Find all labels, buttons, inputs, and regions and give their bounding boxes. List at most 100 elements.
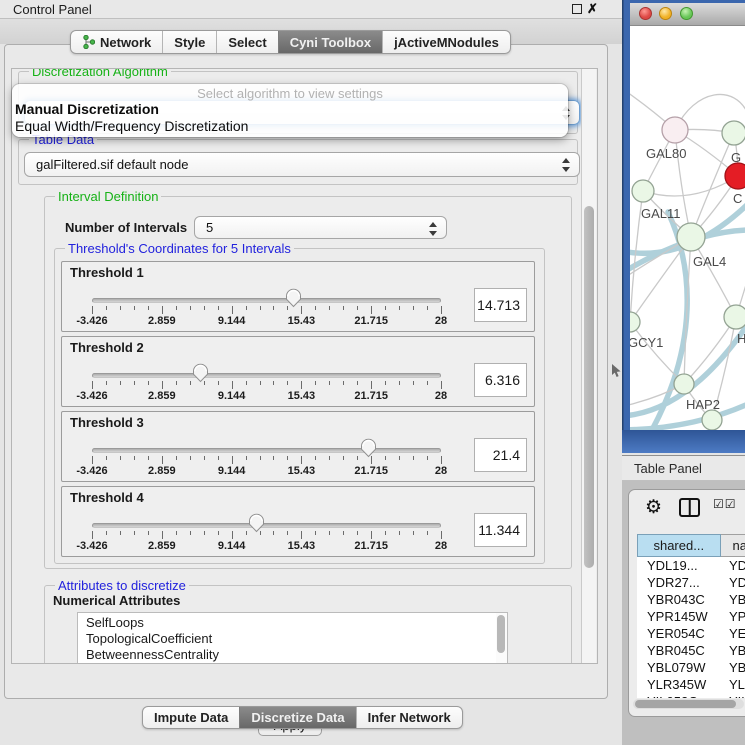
panel-scrollbar[interactable] (581, 69, 596, 663)
node-label: GAL11 (641, 206, 681, 221)
threshold-value-field[interactable]: 21.4 (474, 438, 527, 472)
node-gal80 (662, 117, 688, 143)
attributes-title: Attributes to discretize (55, 578, 189, 593)
threshold-value-field[interactable]: 14.713 (474, 288, 527, 322)
gear-icon[interactable]: ⚙ (645, 496, 662, 519)
threshold-stack: Threshold 1 (61, 261, 535, 561)
slider-ticks (92, 456, 441, 465)
panel-scrollbar-thumb[interactable] (584, 206, 594, 568)
slider-thumb[interactable] (360, 438, 377, 458)
slider-thumb[interactable] (192, 363, 209, 383)
node-gal11 (632, 180, 654, 202)
slider-ticks (92, 381, 441, 390)
tab-style[interactable]: Style (162, 31, 216, 53)
network-window-titlebar[interactable] (630, 3, 745, 26)
tab-jactivemnodules[interactable]: jActiveMNodules (382, 31, 510, 53)
threshold-panel: Threshold 4 (61, 486, 535, 557)
threshold-coordinates-title: Threshold's Coordinates for 5 Intervals (65, 241, 294, 256)
node-label: GCY1 (630, 335, 663, 350)
node-label: C (733, 191, 742, 206)
tab-discretize-data[interactable]: Discretize Data (239, 707, 355, 728)
select-columns-icon[interactable]: ☑☑ (713, 497, 737, 511)
table-row[interactable]: YDR27... YDR2 (637, 574, 745, 591)
table-row[interactable]: YDL19... YDL1 (637, 557, 745, 574)
tab-network-label: Network (100, 35, 151, 50)
threshold-panel: Threshold 3 (61, 411, 535, 482)
tab-cyni-toolbox[interactable]: Cyni Toolbox (278, 31, 382, 53)
threshold-value-field[interactable]: 6.316 (474, 363, 527, 397)
bottom-tab-bar: Impute Data Discretize Data Infer Networ… (142, 706, 463, 729)
node-red-selected (725, 163, 745, 189)
threshold-value-field[interactable]: 11.344 (474, 513, 527, 547)
tab-impute-data[interactable]: Impute Data (143, 707, 239, 728)
float-window-icon[interactable] (572, 4, 582, 14)
top-tab-bar: Network Style Select Cyni Toolbox jActiv… (70, 30, 511, 54)
table-toolbar: ⚙ ☑☑ (629, 494, 745, 524)
table-row[interactable]: YIL052C YIL0 (637, 693, 745, 698)
threshold-panel: Threshold 2 (61, 336, 535, 407)
node-top-right (722, 121, 745, 145)
slider-track[interactable] (92, 373, 441, 378)
slider-tick-labels: -3.4262.8599.14415.4321.71528 (92, 465, 441, 478)
network-canvas[interactable]: GAL80 G C GAL11 GAL4 GCY1 H HAP2 (630, 26, 745, 430)
slider-thumb[interactable] (248, 513, 265, 533)
popup-option-equal-width[interactable]: Equal Width/Frequency Discretization (12, 118, 568, 135)
table-row[interactable]: YBL079W YBL0 (637, 659, 745, 676)
table-row[interactable]: YPR145W YPR1 (637, 608, 745, 625)
stepper-icon (429, 222, 438, 236)
node-label: HAP2 (686, 397, 720, 412)
attribute-list-item[interactable]: TopologicalCoefficient (78, 631, 507, 647)
threshold-label: Threshold 2 (70, 340, 144, 355)
close-icon[interactable]: ✗ (587, 1, 598, 17)
table-panel-titlebar: Table Panel (622, 455, 745, 481)
table-row[interactable]: YLR345W YLR3 (637, 676, 745, 693)
attributes-scrollbar[interactable] (496, 613, 507, 664)
table-header-row: shared... na (637, 534, 745, 557)
node-gcy1 (630, 312, 640, 332)
algorithm-dropdown-popup: Select algorithm to view settings Manual… (12, 84, 568, 137)
split-columns-icon[interactable] (679, 498, 700, 517)
popup-option-manual[interactable]: Manual Discretization (12, 101, 568, 118)
number-of-intervals-value: 5 (206, 220, 213, 235)
tab-select[interactable]: Select (216, 31, 277, 53)
attribute-list-item[interactable]: SelfLoops (78, 615, 507, 631)
threshold-coordinates-group: Threshold's Coordinates for 5 Intervals … (54, 248, 545, 564)
table-row[interactable]: YER054C YER0 (637, 625, 745, 642)
table-horizontal-scrollbar[interactable] (633, 699, 744, 709)
table-hscroll-thumb[interactable] (635, 700, 736, 708)
slider-track[interactable] (92, 448, 441, 453)
node-label: G (731, 150, 741, 165)
slider-track[interactable] (92, 298, 441, 303)
number-of-intervals-combobox[interactable]: 5 (194, 216, 447, 239)
threshold-label: Threshold 4 (70, 490, 144, 505)
network-view-window: GAL80 G C GAL11 GAL4 GCY1 H HAP2 (622, 0, 745, 453)
tab-network[interactable]: Network (71, 31, 162, 53)
node-table: shared... na YDL19... YDL1 YDR27... YDR2 (637, 534, 745, 698)
attributes-group: Attributes to discretize Numerical Attri… (44, 585, 572, 664)
settings-scroll-viewport: Discretization Algorithm Table Data galF… (11, 68, 598, 664)
table-row[interactable]: YBR043C YBR0 (637, 591, 745, 608)
screen: Control Panel ✗ Network Style Select Cyn… (0, 0, 745, 745)
table-data-combobox[interactable]: galFiltered.sif default node (24, 152, 580, 177)
slider-ticks (92, 531, 441, 540)
attribute-list-item[interactable]: BetweennessCentrality (78, 647, 507, 663)
number-of-intervals-label: Number of Intervals (65, 220, 187, 235)
slider-track[interactable] (92, 523, 441, 528)
network-icon (82, 35, 95, 49)
minimize-traffic-light[interactable] (659, 7, 672, 20)
node-h (724, 305, 745, 329)
column-header-shared-name[interactable]: shared... (637, 534, 721, 557)
column-header-name[interactable]: na (721, 534, 745, 557)
slider-tick-labels: -3.4262.8599.14415.4321.71528 (92, 390, 441, 403)
threshold-label: Threshold 1 (70, 265, 144, 280)
close-traffic-light[interactable] (639, 7, 652, 20)
slider-thumb[interactable] (285, 288, 302, 308)
tab-infer-network[interactable]: Infer Network (356, 707, 462, 728)
threshold-panel: Threshold 1 (61, 261, 535, 332)
zoom-traffic-light[interactable] (680, 7, 693, 20)
table-browser-window: ⚙ ☑☑ shared... na YDL19... YDL1 YDR27... (628, 489, 745, 717)
node-label: H (737, 331, 745, 346)
node-bottom (702, 410, 722, 430)
table-row[interactable]: YBR045C YBR0 (637, 642, 745, 659)
numerical-attributes-list[interactable]: SelfLoopsTopologicalCoefficientBetweenne… (77, 612, 508, 664)
